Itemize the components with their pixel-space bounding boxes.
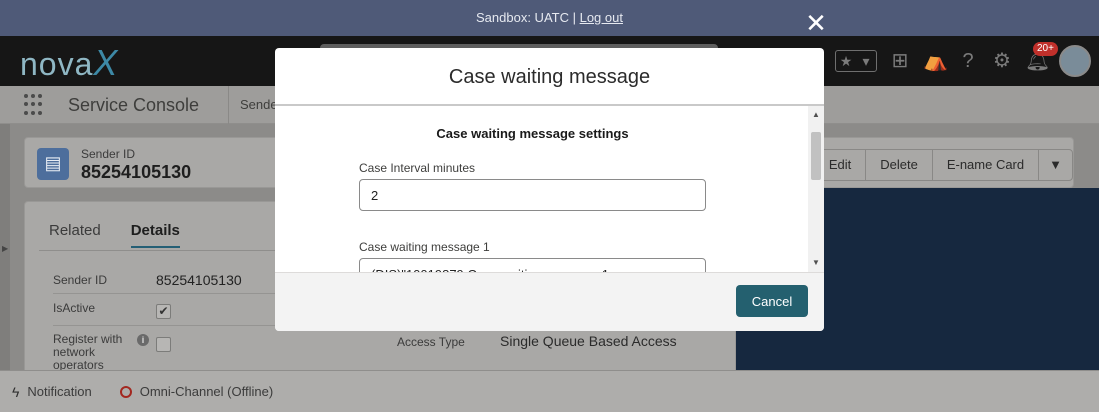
header-icons: ★ ▾ ⊞ ⛺ ? ⚙ 🔔︎ 20+ [835, 42, 1091, 78]
modal-footer: Cancel [275, 272, 824, 331]
utility-omni-channel[interactable]: Omni-Channel (Offline) [119, 384, 274, 399]
access-type-label: Access Type [397, 335, 465, 349]
app-name: Service Console [68, 95, 200, 115]
logout-link[interactable]: Log out [580, 10, 623, 25]
help-icon[interactable]: ? [957, 50, 979, 72]
nav-divider [228, 86, 229, 124]
notification-badge: 20+ [1033, 42, 1058, 56]
novax-logo[interactable]: novaX [20, 42, 118, 84]
register-checkbox [156, 337, 171, 352]
record-tabs: Related Details [49, 222, 180, 248]
info-icon[interactable]: i [137, 334, 149, 346]
avatar[interactable] [1059, 45, 1091, 77]
trailhead-icon[interactable]: ⛺ [923, 50, 948, 72]
sandbox-label: Sandbox: UATC | [476, 10, 580, 25]
utility-notification-label: Notification [27, 384, 92, 399]
left-rail[interactable]: ▶ [0, 124, 10, 370]
setup-gear-icon[interactable]: ⚙ [991, 50, 1013, 72]
record-actions: Edit Delete E-name Card ▼ [813, 149, 1073, 181]
field-label: Sender ID [53, 273, 108, 287]
utility-omni-label: Omni-Channel (Offline) [139, 384, 274, 399]
case-interval-input[interactable] [359, 179, 706, 211]
field-sender-id: Sender ID 85254105130 [53, 272, 297, 294]
add-icon[interactable]: ⊞ [889, 50, 911, 72]
field-isactive: IsActive ✔ [53, 302, 297, 326]
sandbox-bar: Sandbox: UATC | Log out [0, 0, 1099, 36]
access-type-value: Single Queue Based Access [500, 333, 677, 349]
field-label: Register with network operators [53, 332, 123, 372]
favorites-group: ★ ▾ [835, 50, 877, 72]
workspace-tab[interactable]: Sende [240, 97, 278, 112]
case-waiting-message-modal: Case waiting message Case waiting messag… [275, 48, 824, 331]
tab-details[interactable]: Details [130, 222, 180, 248]
notification-bell-icon[interactable]: 🔔︎ 20+ [1025, 42, 1058, 72]
field-label: IsActive [53, 301, 96, 315]
close-icon[interactable]: ✕ [804, 10, 828, 36]
scroll-up-icon[interactable]: ▲ [808, 108, 824, 122]
cancel-button[interactable]: Cancel [736, 285, 808, 317]
app-launcher-icon[interactable] [24, 94, 46, 116]
logo-text: nova [20, 46, 94, 82]
scroll-down-icon[interactable]: ▼ [808, 256, 824, 270]
message1-label: Case waiting message 1 [359, 240, 490, 254]
case-waiting-message-1-input[interactable] [359, 258, 706, 272]
modal-body: Case waiting message settings Case Inter… [275, 106, 808, 272]
ename-card-button[interactable]: E-name Card [933, 150, 1040, 180]
logo-accent: X [93, 42, 119, 83]
tab-divider [39, 250, 297, 251]
record-title: 85254105130 [81, 162, 192, 182]
favorites-dropdown-icon[interactable]: ▾ [856, 51, 876, 71]
modal-scrollbar[interactable]: ▲ ▼ [808, 106, 824, 272]
utility-notification[interactable]: ϟ Notification [12, 384, 92, 400]
modal-title: Case waiting message [275, 48, 824, 106]
tab-related[interactable]: Related [49, 222, 101, 248]
favorites-star-icon[interactable]: ★ [836, 51, 856, 71]
scroll-thumb[interactable] [811, 132, 821, 180]
expand-arrow-icon[interactable]: ▶ [2, 244, 8, 253]
isactive-checkbox: ✔ [156, 304, 171, 319]
field-value: 85254105130 [156, 272, 242, 288]
delete-button[interactable]: Delete [866, 150, 933, 180]
sender-id-record-icon: ▤ [37, 148, 69, 180]
utility-bar: ϟ Notification Omni-Channel (Offline) [0, 370, 1099, 412]
bolt-icon: ϟ [12, 383, 20, 400]
section-title: Case waiting message settings [436, 126, 629, 141]
offline-status-icon [119, 385, 132, 398]
interval-label: Case Interval minutes [359, 161, 476, 175]
record-object-label: Sender ID [81, 147, 136, 161]
more-actions-chevron-icon[interactable]: ▼ [1039, 150, 1072, 180]
